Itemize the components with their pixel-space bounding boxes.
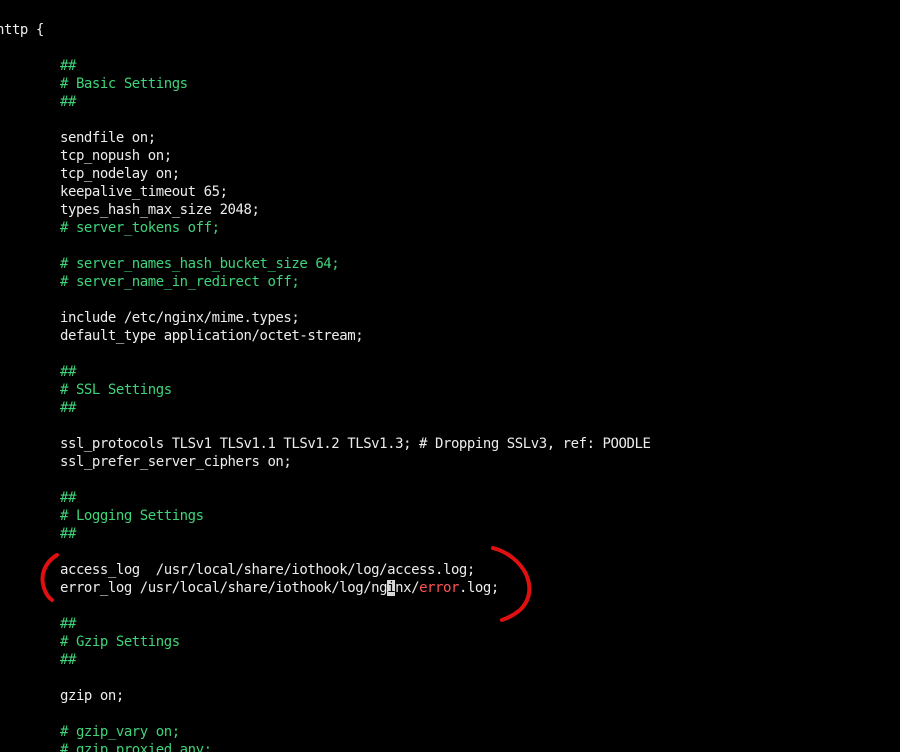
code-line[interactable]: http { bbox=[0, 21, 44, 39]
code-comment: ## bbox=[60, 652, 76, 668]
code-text: ssl_protocols TLSv1 TLSv1.1 TLSv1.2 TLSv… bbox=[60, 436, 651, 452]
code-line[interactable]: error_log /usr/local/share/iothook/log/n… bbox=[60, 579, 499, 597]
code-comment: ## bbox=[60, 94, 76, 110]
code-comment: # Gzip Settings bbox=[60, 634, 180, 650]
code-text: tcp_nopush on; bbox=[60, 148, 172, 164]
code-line[interactable]: default_type application/octet-stream; bbox=[60, 327, 364, 345]
code-text: types_hash_max_size 2048; bbox=[60, 202, 260, 218]
code-line[interactable]: sendfile on; bbox=[60, 129, 156, 147]
code-text: tcp_nodelay on; bbox=[60, 166, 180, 182]
code-text: include /etc/nginx/mime.types; bbox=[60, 310, 300, 326]
code-line[interactable]: # server_names_hash_bucket_size 64; bbox=[60, 255, 340, 273]
code-comment: # server_names_hash_bucket_size 64; bbox=[60, 256, 340, 272]
code-line[interactable]: # Gzip Settings bbox=[60, 633, 180, 651]
code-line[interactable]: tcp_nopush on; bbox=[60, 147, 172, 165]
code-text: keepalive_timeout 65; bbox=[60, 184, 228, 200]
code-line[interactable]: # gzip_vary on; bbox=[60, 723, 180, 741]
code-highlight-error: error bbox=[419, 580, 459, 596]
code-comment: # SSL Settings bbox=[60, 382, 172, 398]
code-text: default_type application/octet-stream; bbox=[60, 328, 364, 344]
code-comment: ## bbox=[60, 364, 76, 380]
code-line[interactable]: # server_name_in_redirect off; bbox=[60, 273, 300, 291]
code-line[interactable]: include /etc/nginx/mime.types; bbox=[60, 309, 300, 327]
code-text: nx/ bbox=[395, 580, 420, 596]
code-text: gzip on; bbox=[60, 688, 124, 704]
code-comment: ## bbox=[60, 490, 76, 506]
code-comment: # Logging Settings bbox=[60, 508, 204, 524]
code-text: access_log /usr/local/share/iothook/log/… bbox=[60, 562, 475, 578]
code-line[interactable]: # gzip_proxied any; bbox=[60, 741, 212, 752]
code-line[interactable]: # server_tokens off; bbox=[60, 219, 220, 237]
code-line[interactable]: # SSL Settings bbox=[60, 381, 172, 399]
code-line[interactable]: ## bbox=[60, 651, 76, 669]
code-line[interactable]: access_log /usr/local/share/iothook/log/… bbox=[60, 561, 475, 579]
code-line[interactable]: gzip on; bbox=[60, 687, 124, 705]
terminal-editor[interactable]: http { ## # Basic Settings ## sendfile on; tc… bbox=[0, 0, 900, 752]
code-comment: ## bbox=[60, 58, 76, 74]
code-comment: ## bbox=[60, 526, 76, 542]
text-cursor: i bbox=[387, 580, 396, 596]
code-comment: # Basic Settings bbox=[60, 76, 188, 92]
code-line[interactable]: ## bbox=[60, 363, 76, 381]
code-comment: # server_name_in_redirect off; bbox=[60, 274, 300, 290]
code-line[interactable]: # Logging Settings bbox=[60, 507, 204, 525]
code-line[interactable]: ## bbox=[60, 489, 76, 507]
code-line[interactable]: ## bbox=[60, 57, 76, 75]
code-comment: # gzip_vary on; bbox=[60, 724, 180, 740]
code-line[interactable]: # Basic Settings bbox=[60, 75, 188, 93]
code-text: ssl_prefer_server_ciphers on; bbox=[60, 454, 292, 470]
code-comment: ## bbox=[60, 616, 76, 632]
code-line[interactable]: ## bbox=[60, 615, 76, 633]
code-line[interactable]: ssl_prefer_server_ciphers on; bbox=[60, 453, 292, 471]
code-line[interactable]: ## bbox=[60, 93, 76, 111]
code-comment: # server_tokens off; bbox=[60, 220, 220, 236]
code-text: sendfile on; bbox=[60, 130, 156, 146]
code-line[interactable]: ## bbox=[60, 525, 76, 543]
code-line[interactable]: ssl_protocols TLSv1 TLSv1.1 TLSv1.2 TLSv… bbox=[60, 435, 651, 453]
code-text: .log; bbox=[458, 580, 499, 596]
code-comment: # gzip_proxied any; bbox=[60, 742, 212, 752]
code-line[interactable]: ## bbox=[60, 399, 76, 417]
code-text: error_log /usr/local/share/iothook/log/n… bbox=[60, 580, 388, 596]
code-comment: ## bbox=[60, 400, 76, 416]
code-text: http { bbox=[0, 22, 44, 38]
code-line[interactable]: types_hash_max_size 2048; bbox=[60, 201, 260, 219]
code-line[interactable]: tcp_nodelay on; bbox=[60, 165, 180, 183]
code-line[interactable]: keepalive_timeout 65; bbox=[60, 183, 228, 201]
